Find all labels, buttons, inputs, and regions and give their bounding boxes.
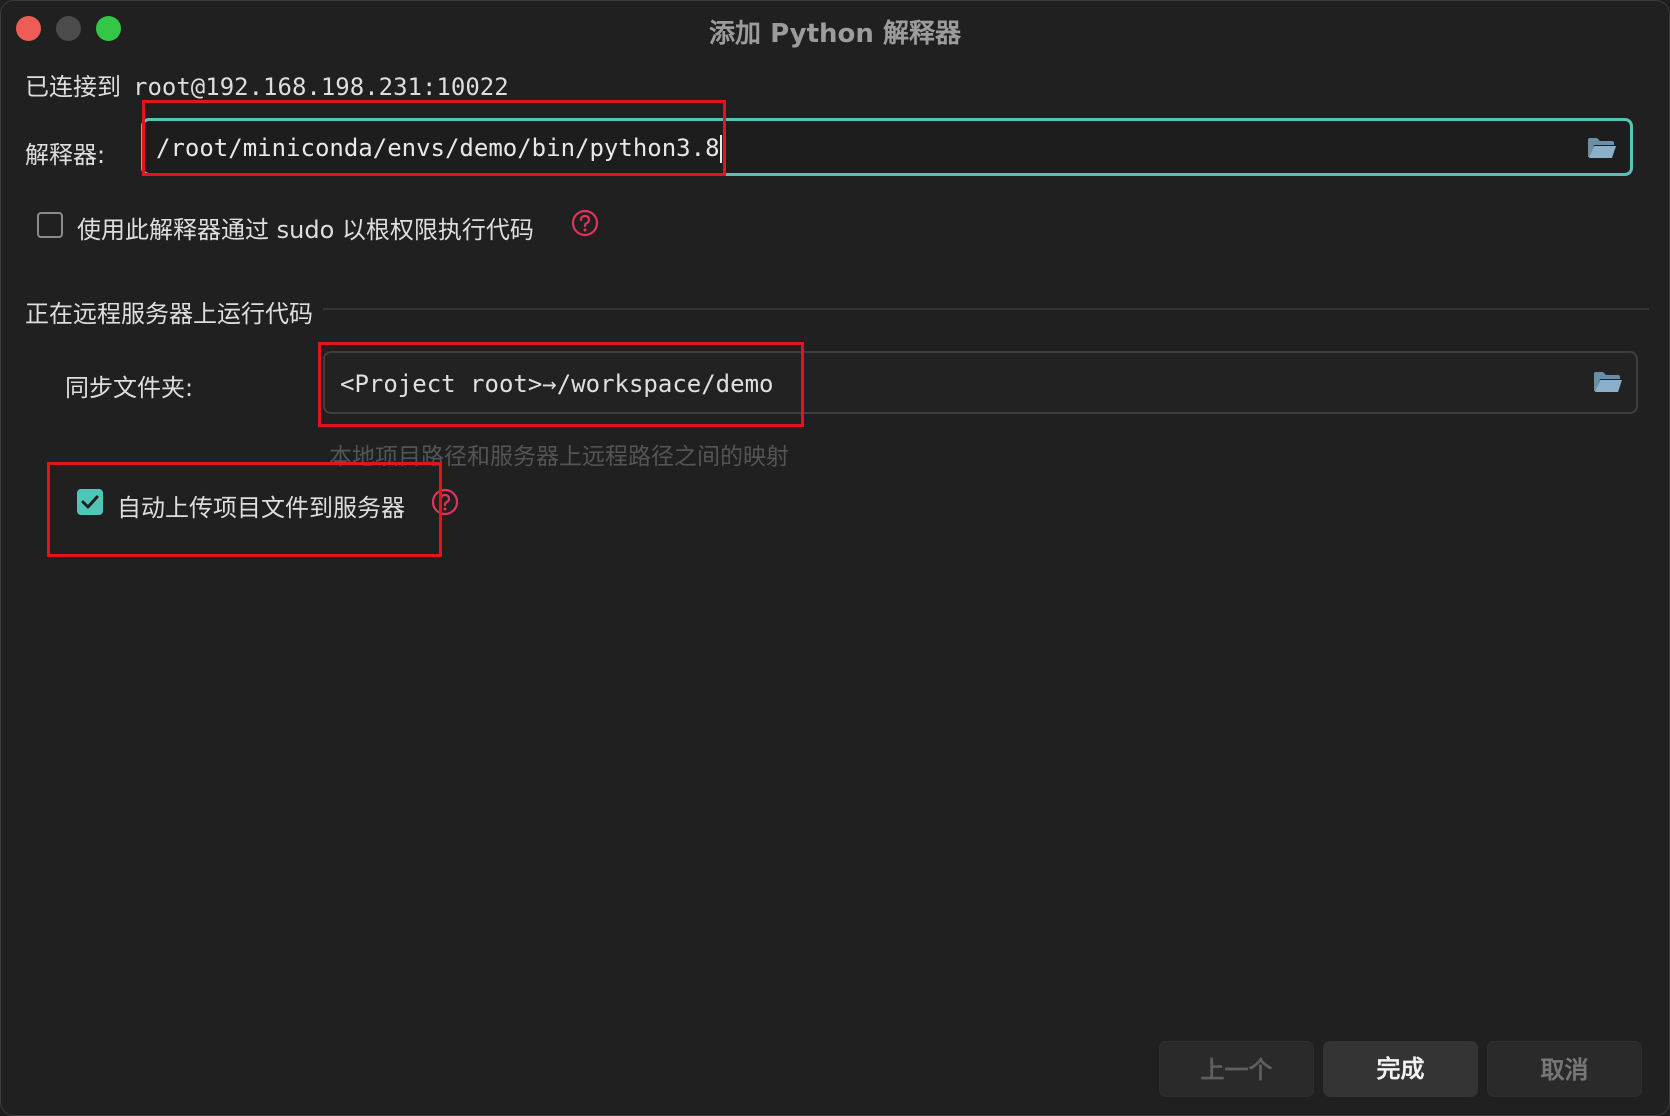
previous-button[interactable]: 上一个 [1159,1041,1314,1097]
interpreter-highlight-box [142,100,726,176]
interpreter-label: 解释器: [25,141,106,169]
sync-folder-label: 同步文件夹: [65,374,194,402]
question-circle-icon[interactable] [571,209,599,237]
folder-icon[interactable] [1592,369,1622,395]
sync-folder-highlight-box [318,342,804,427]
title-bar: 添加 Python 解释器 [1,1,1669,55]
connection-host: root@192.168.198.231:10022 [133,73,509,101]
finish-button[interactable]: 完成 [1323,1041,1478,1097]
cancel-button[interactable]: 取消 [1487,1041,1642,1097]
folder-icon[interactable] [1586,135,1616,161]
remote-section-title: 正在远程服务器上运行代码 [25,300,313,328]
connection-status: 已连接到 root@192.168.198.231:10022 [25,67,509,102]
auto-upload-highlight-box [47,462,442,557]
sudo-option-label: 使用此解释器通过 sudo 以根权限执行代码 [77,216,534,244]
sudo-checkbox[interactable] [37,212,63,238]
section-separator [323,308,1649,310]
connection-prefix: 已连接到 [25,73,121,101]
add-python-interpreter-dialog: 添加 Python 解释器 已连接到 root@192.168.198.231:1… [0,0,1670,1116]
window-title: 添加 Python 解释器 [709,19,961,49]
